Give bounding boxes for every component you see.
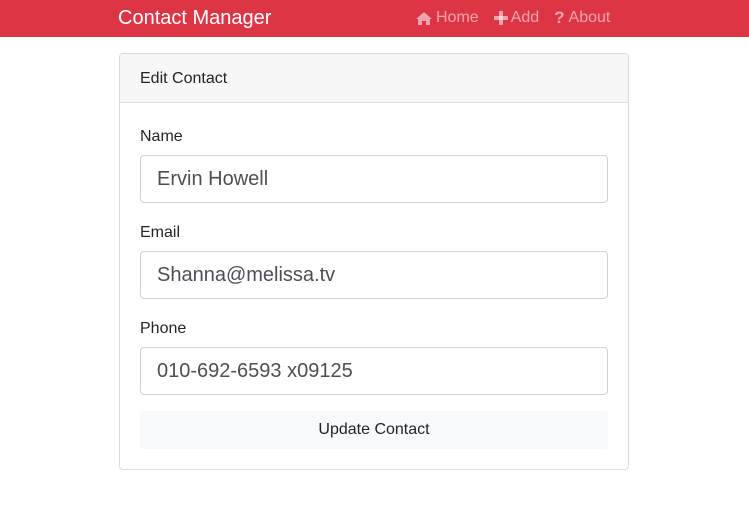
nav-home-link[interactable]: Home bbox=[415, 8, 479, 28]
home-icon bbox=[415, 11, 433, 26]
phone-input[interactable] bbox=[140, 347, 608, 395]
email-input[interactable] bbox=[140, 251, 608, 299]
nav-home-label: Home bbox=[436, 9, 479, 26]
nav-about-label: About bbox=[568, 9, 611, 26]
nav-about-link[interactable]: ? About bbox=[554, 8, 610, 28]
brand-link[interactable]: Contact Manager bbox=[118, 6, 271, 30]
update-contact-button[interactable]: Update Contact bbox=[140, 411, 608, 449]
plus-icon bbox=[493, 11, 508, 25]
nav-add-label: Add bbox=[510, 9, 540, 26]
edit-contact-card: Edit Contact Name Email Phone Update Con… bbox=[119, 53, 629, 470]
name-label: Name bbox=[140, 128, 183, 145]
nav-links: Home Add ? About bbox=[415, 8, 610, 28]
phone-label: Phone bbox=[140, 320, 187, 337]
nav-add-link[interactable]: Add bbox=[493, 8, 540, 28]
navbar: Contact Manager Home Add ? About bbox=[0, 0, 749, 37]
email-label: Email bbox=[140, 224, 181, 241]
card-title: Edit Contact bbox=[140, 70, 228, 87]
name-input[interactable] bbox=[140, 155, 608, 203]
card-header: Edit Contact bbox=[120, 54, 628, 103]
question-icon: ? bbox=[554, 8, 565, 27]
